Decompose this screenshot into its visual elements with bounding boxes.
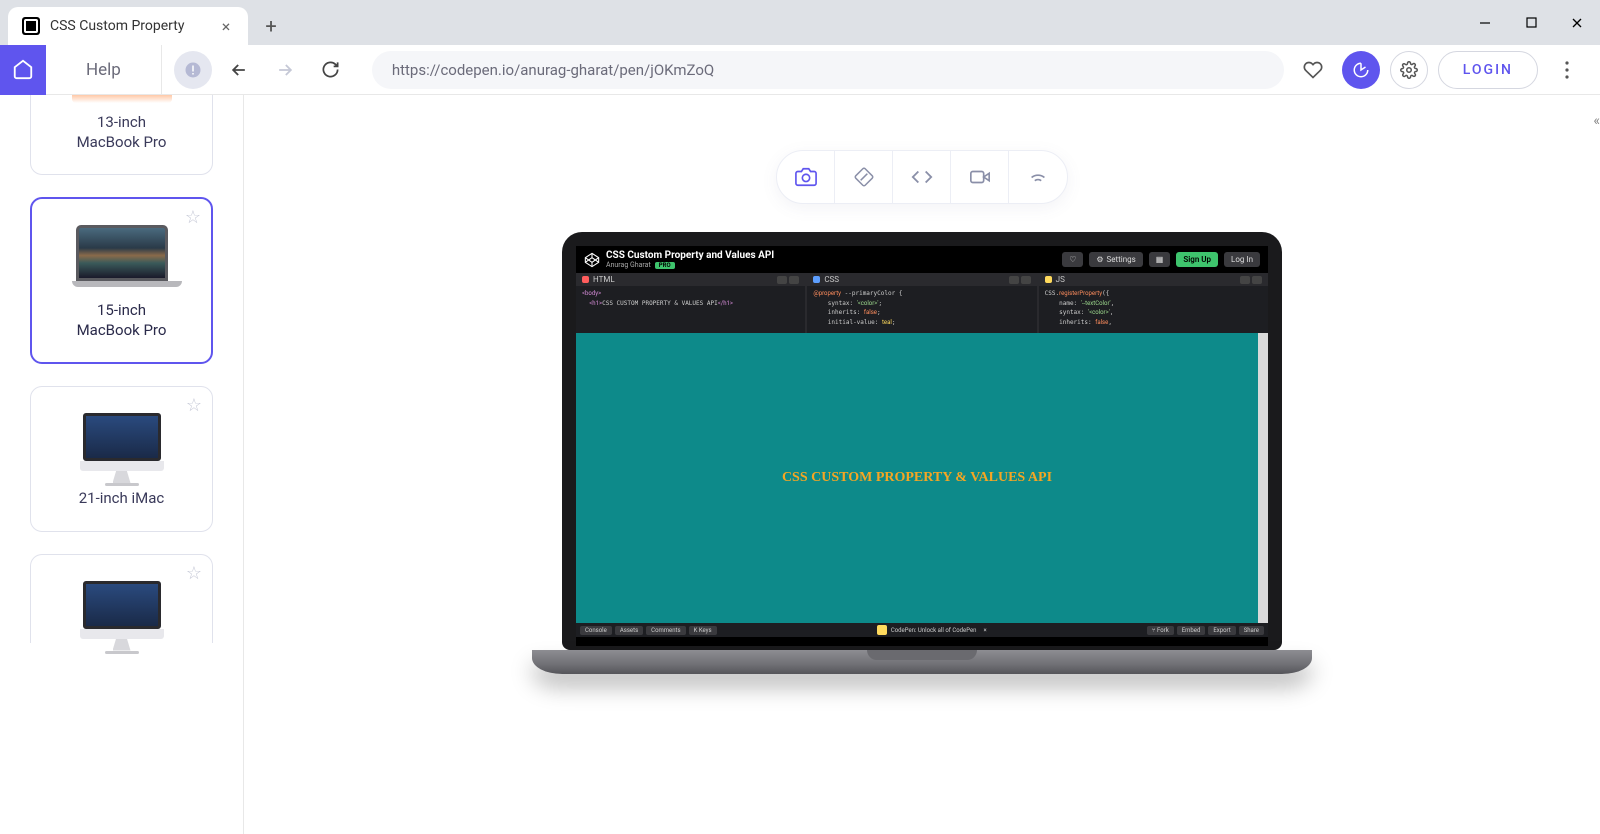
html-code[interactable]: <body> <h1>CSS CUSTOM PROPERTY & VALUES … [576,286,805,311]
device-label: 15-inch MacBook Pro [42,301,201,340]
device-sidebar[interactable]: 13-inch MacBook Pro ☆ 15-inch MacBook Pr… [0,95,244,834]
console-button[interactable]: Console [580,626,612,635]
device-label: 21-inch iMac [41,489,202,509]
fork-button[interactable]: ⑂ Fork [1147,626,1174,635]
signup-button[interactable]: Sign Up [1176,252,1218,267]
login-button[interactable]: LOGIN [1438,51,1538,89]
url-input[interactable] [392,61,1264,79]
js-code[interactable]: CSS.registerProperty({ name: '--textColo… [1039,286,1268,330]
tab-favicon-icon [22,17,40,35]
css-panel[interactable]: CSS @property --primaryColor { syntax: '… [807,273,1036,333]
codepen-logo-icon [584,252,600,268]
collapse-handle-icon[interactable]: « [1593,113,1600,129]
device-thumb [72,225,172,287]
video-button[interactable] [951,151,1009,203]
preview-area: « [244,95,1600,834]
device-card-15in-macbook[interactable]: ☆ 15-inch MacBook Pro [30,197,213,364]
nav-group [162,51,362,89]
device-mockup: CSS Custom Property and Values API Anura… [562,232,1282,674]
js-panel[interactable]: JS CSS.registerProperty({ name: '--textC… [1039,273,1268,333]
share-button[interactable]: Share [1239,626,1264,635]
device-thumb [72,581,172,643]
screenshot-button[interactable] [777,151,835,203]
codepen-header: CSS Custom Property and Values API Anura… [576,246,1268,273]
device-card-13in-macbook[interactable]: 13-inch MacBook Pro [30,95,213,175]
window-minimize-button[interactable] [1462,0,1508,45]
main-area: 13-inch MacBook Pro ☆ 15-inch MacBook Pr… [0,95,1600,834]
mockup-bezel: CSS Custom Property and Values API Anura… [562,232,1282,650]
new-tab-button[interactable]: + [256,11,286,41]
pen-title: CSS Custom Property and Values API [606,250,1056,261]
shield-icon[interactable] [174,51,212,89]
more-menu-icon[interactable] [1548,51,1586,89]
window-controls [1462,0,1600,45]
device-thumb [72,413,172,475]
star-icon[interactable]: ☆ [186,395,202,416]
device-thumb [72,95,172,103]
mockup-base [532,650,1312,674]
star-icon[interactable]: ☆ [185,207,201,228]
export-button[interactable]: Export [1208,626,1235,635]
nav-back-button[interactable] [220,51,258,89]
window-titlebar: CSS Custom Property × + [0,0,1600,45]
star-icon[interactable]: ☆ [186,563,202,584]
nav-forward-button[interactable] [266,51,304,89]
html-panel[interactable]: HTML <body> <h1>CSS CUSTOM PROPERTY & VA… [576,273,805,333]
wifi-button[interactable] [1009,151,1067,203]
browser-tab[interactable]: CSS Custom Property × [8,7,248,45]
pen-author: Anurag GharatPRO [606,261,1056,269]
code-button[interactable] [893,151,951,203]
assets-button[interactable]: Assets [615,626,643,635]
favorite-icon[interactable] [1294,51,1332,89]
settings-icon[interactable] [1390,51,1428,89]
tab-close-icon[interactable]: × [218,18,234,34]
nav-reload-button[interactable] [312,51,350,89]
output-heading: CSS CUSTOM PROPERTY & VALUES API [782,470,1052,486]
help-button[interactable]: Help [46,45,162,95]
home-button[interactable] [0,45,46,95]
embed-button[interactable]: Embed [1177,626,1206,635]
tab-title: CSS Custom Property [50,18,184,34]
performance-icon[interactable] [1342,51,1380,89]
code-panels: HTML <body> <h1>CSS CUSTOM PROPERTY & VA… [576,273,1268,333]
device-label: 13-inch MacBook Pro [41,113,202,152]
settings-button[interactable]: ⚙ Settings [1089,252,1142,267]
codepen-footer: Console Assets Comments K Keys CodePen: … [576,623,1268,637]
url-bar[interactable] [372,51,1284,89]
rotate-button[interactable] [835,151,893,203]
css-code[interactable]: @property --primaryColor { syntax: '<col… [807,286,1036,330]
preview-toolbar [776,150,1068,204]
comments-button[interactable]: Comments [646,626,685,635]
browser-toolbar: Help LOGIN [0,45,1600,95]
output-frame[interactable]: CSS CUSTOM PROPERTY & VALUES API [576,333,1268,623]
toolbar-right: LOGIN [1294,51,1600,89]
device-card-next[interactable]: ☆ [30,554,213,643]
like-button[interactable]: ♡ [1062,252,1083,267]
mockup-screen[interactable]: CSS Custom Property and Values API Anura… [576,246,1268,646]
layout-button[interactable]: ▦ [1149,252,1171,267]
login-button[interactable]: Log In [1224,252,1260,267]
device-card-21in-imac[interactable]: ☆ 21-inch iMac [30,386,213,532]
window-close-button[interactable] [1554,0,1600,45]
footer-banner[interactable]: CodePen: Unlock all of CodePen × [877,625,987,635]
keys-button[interactable]: K Keys [689,626,717,635]
window-maximize-button[interactable] [1508,0,1554,45]
